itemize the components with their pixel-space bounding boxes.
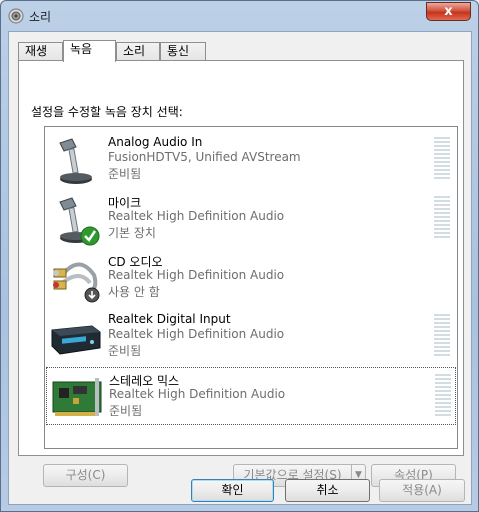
- device-status: 사용 안 함: [108, 285, 160, 299]
- speaker-icon: [8, 8, 24, 24]
- title-bar[interactable]: 소리 x: [1, 1, 478, 31]
- level-meter: [434, 137, 450, 181]
- device-status: 준비됨: [109, 404, 143, 418]
- microphone-default-icon: [59, 197, 100, 246]
- sound-card-icon: [52, 378, 102, 416]
- recording-panel: 설정을 수정할 녹음 장치 선택: Analog Audio In Fusion…: [18, 60, 464, 487]
- tab-playback[interactable]: 재생: [18, 42, 63, 61]
- device-status: 준비됨: [108, 344, 142, 358]
- digital-input-box-icon: [51, 325, 101, 355]
- device-status: 기본 장치: [108, 226, 156, 240]
- rca-cable-disabled-icon: [53, 262, 100, 303]
- device-name: Analog Audio In: [108, 135, 203, 149]
- tab-communications[interactable]: 통신: [160, 42, 206, 61]
- device-description: Realtek High Definition Audio: [109, 387, 286, 401]
- close-button[interactable]: x: [426, 2, 471, 21]
- dialog-client-area: 재생 녹음 소리 통신 설정을 수정할 녹음 장치 선택: Analog Aud…: [8, 31, 472, 505]
- microphone-icon: [59, 138, 92, 184]
- device-name: Realtek Digital Input: [108, 312, 231, 326]
- device-status: 준비됨: [108, 167, 142, 181]
- list-item-microphone[interactable]: 마이크 Realtek High Definition Audio 기본 장치: [46, 190, 456, 248]
- list-item-cd-audio[interactable]: CD 오디오 Realtek High Definition Audio 사용 …: [46, 249, 456, 307]
- device-description: FusionHDTV5, Unified AVStream: [108, 150, 301, 164]
- device-description: Realtek High Definition Audio: [108, 327, 285, 341]
- device-description: Realtek High Definition Audio: [108, 268, 285, 282]
- configure-button[interactable]: 구성(C): [43, 464, 128, 487]
- sound-dialog-window: 소리 x 재생 녹음 소리 통신 설정을 수정할 녹음 장치 선택: Analo…: [0, 0, 479, 512]
- apply-button[interactable]: 적용(A): [379, 479, 465, 502]
- cancel-button[interactable]: 취소: [285, 479, 370, 502]
- window-title: 소리: [29, 10, 52, 24]
- tab-sounds[interactable]: 소리: [116, 42, 160, 61]
- close-icon: x: [444, 4, 453, 19]
- list-item-analog-audio-in[interactable]: Analog Audio In FusionHDTV5, Unified AVS…: [46, 131, 456, 189]
- list-item-stereo-mix[interactable]: 스테레오 믹스 Realtek High Definition Audio 준비…: [46, 367, 456, 425]
- device-description: Realtek High Definition Audio: [108, 209, 285, 223]
- list-item-realtek-digital-input[interactable]: Realtek Digital Input Realtek High Defin…: [46, 308, 456, 366]
- ok-button[interactable]: 확인: [191, 479, 274, 502]
- instruction-label: 설정을 수정할 녹음 장치 선택:: [31, 105, 183, 119]
- level-meter: [435, 374, 451, 418]
- tab-recording[interactable]: 녹음: [63, 40, 116, 62]
- device-list[interactable]: Analog Audio In FusionHDTV5, Unified AVS…: [44, 126, 458, 449]
- level-meter: [434, 196, 450, 240]
- level-meter: [434, 314, 450, 358]
